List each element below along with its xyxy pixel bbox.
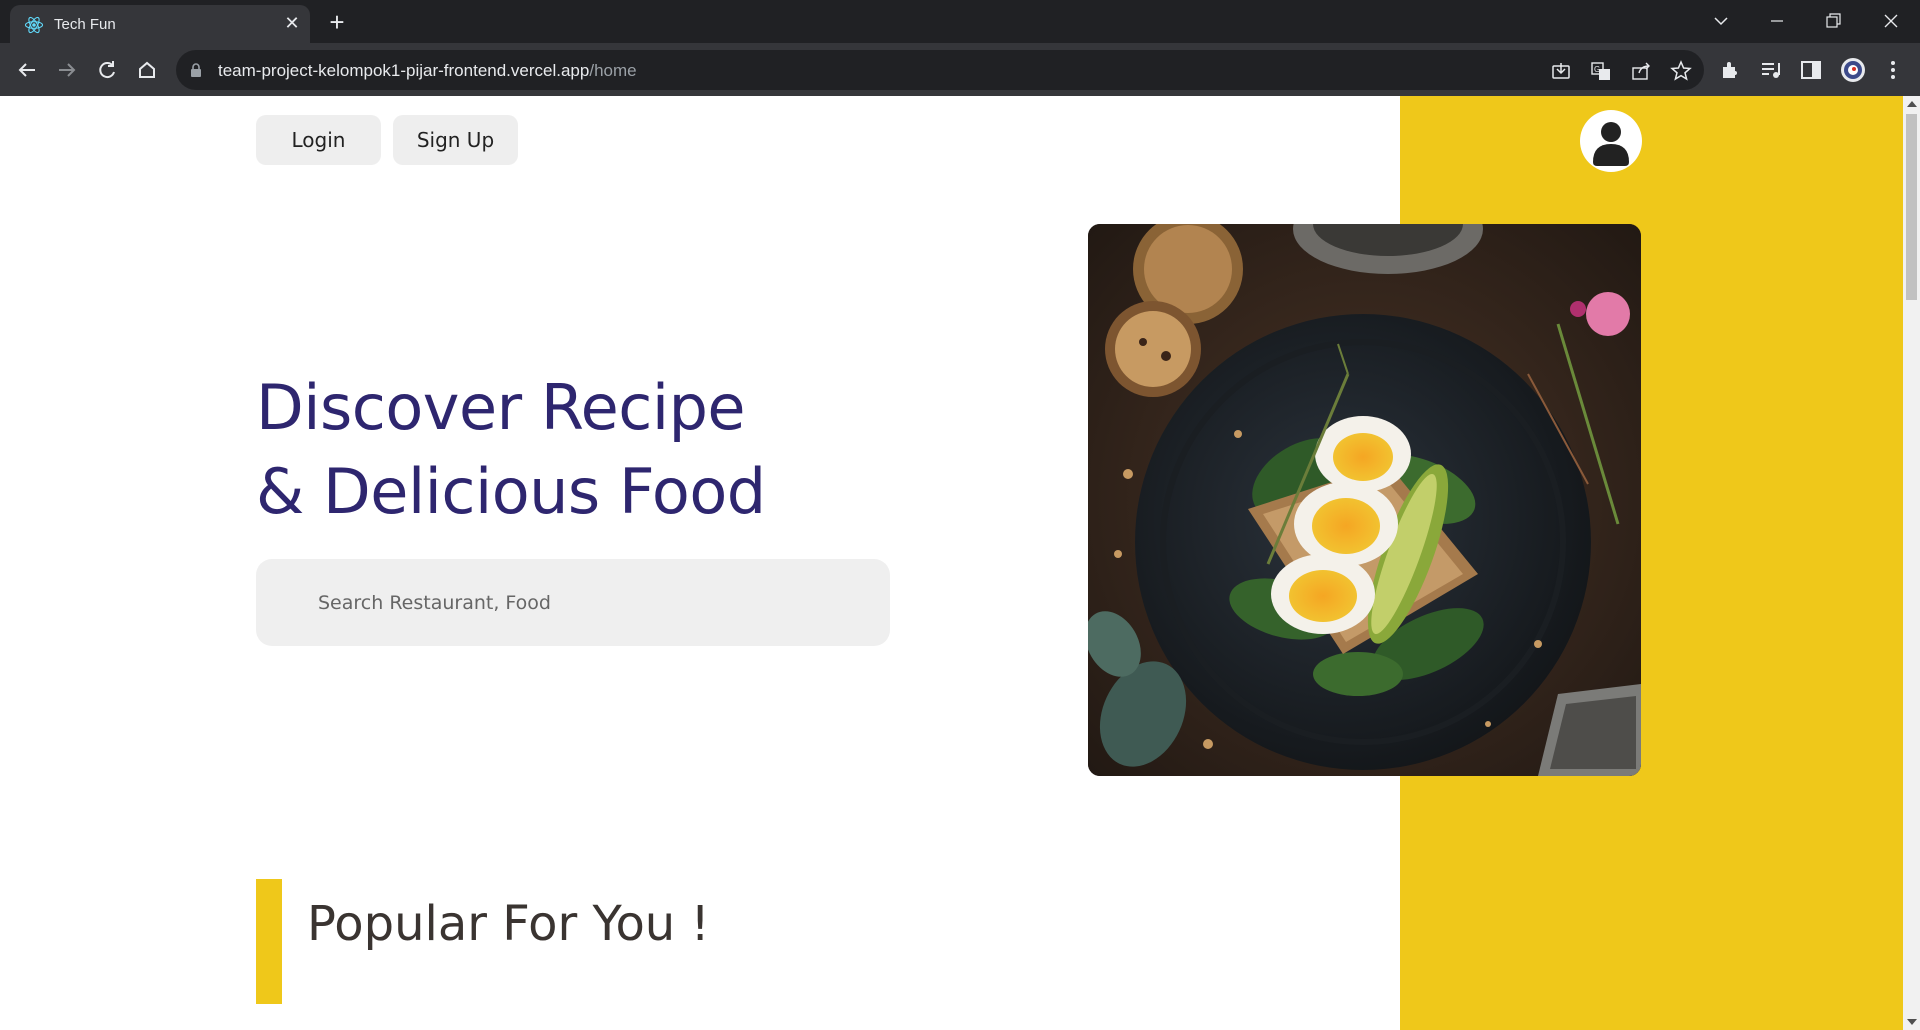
user-avatar[interactable] xyxy=(1580,110,1642,172)
media-icon[interactable] xyxy=(1759,58,1783,82)
hero-title-line2: & Delicious Food xyxy=(256,455,766,528)
scroll-thumb[interactable] xyxy=(1906,114,1917,300)
home-icon[interactable] xyxy=(132,55,162,85)
minimize-icon[interactable] xyxy=(1762,8,1792,34)
lock-icon[interactable] xyxy=(190,62,202,78)
search-input[interactable] xyxy=(256,559,890,646)
share-icon[interactable] xyxy=(1630,60,1652,82)
back-icon[interactable] xyxy=(12,55,42,85)
scroll-down-arrow[interactable] xyxy=(1907,1019,1917,1025)
hero-title: Discover Recipe & Delicious Food xyxy=(256,366,766,534)
react-favicon-icon xyxy=(24,16,44,34)
page-viewport: Login Sign Up Discover Recipe & Deliciou… xyxy=(0,96,1903,1030)
browser-tab-bar: Tech Fun ✕ + xyxy=(0,0,1920,43)
browser-tab[interactable]: Tech Fun ✕ xyxy=(10,5,310,43)
user-avatar-icon xyxy=(1593,122,1629,166)
extensions-icon[interactable] xyxy=(1719,58,1743,82)
url-path: /home xyxy=(589,61,637,80)
hero-title-line1: Discover Recipe xyxy=(256,371,746,444)
star-icon[interactable] xyxy=(1670,60,1692,82)
translate-icon[interactable]: G xyxy=(1590,60,1612,82)
restore-icon[interactable] xyxy=(1818,8,1848,34)
url-host: team-project-kelompok1-pijar-frontend.ve… xyxy=(218,61,590,80)
profile-icon[interactable] xyxy=(1839,56,1867,84)
section-accent-bar xyxy=(256,879,282,1004)
tab-title: Tech Fun xyxy=(54,16,116,33)
chevron-down-icon[interactable] xyxy=(1706,8,1736,34)
hero-food-image xyxy=(1088,224,1641,776)
svg-text:G: G xyxy=(1594,65,1600,74)
scroll-up-arrow[interactable] xyxy=(1907,101,1917,107)
side-panel-icon[interactable] xyxy=(1799,58,1823,82)
browser-toolbar: team-project-kelompok1-pijar-frontend.ve… xyxy=(0,43,1920,96)
food-illustration xyxy=(1088,224,1641,776)
forward-icon[interactable] xyxy=(52,55,82,85)
address-bar[interactable]: team-project-kelompok1-pijar-frontend.ve… xyxy=(176,50,1704,90)
popular-section-title: Popular For You ! xyxy=(307,896,710,952)
url-text: team-project-kelompok1-pijar-frontend.ve… xyxy=(218,61,637,81)
menu-icon[interactable] xyxy=(1881,58,1905,82)
signup-button[interactable]: Sign Up xyxy=(393,115,518,165)
close-icon[interactable]: ✕ xyxy=(282,13,302,33)
login-button[interactable]: Login xyxy=(256,115,381,165)
page-scrollbar[interactable] xyxy=(1903,96,1920,1030)
reload-icon[interactable] xyxy=(92,55,122,85)
close-window-icon[interactable] xyxy=(1876,8,1906,34)
install-icon[interactable] xyxy=(1550,60,1572,82)
plus-icon[interactable]: + xyxy=(324,9,350,36)
